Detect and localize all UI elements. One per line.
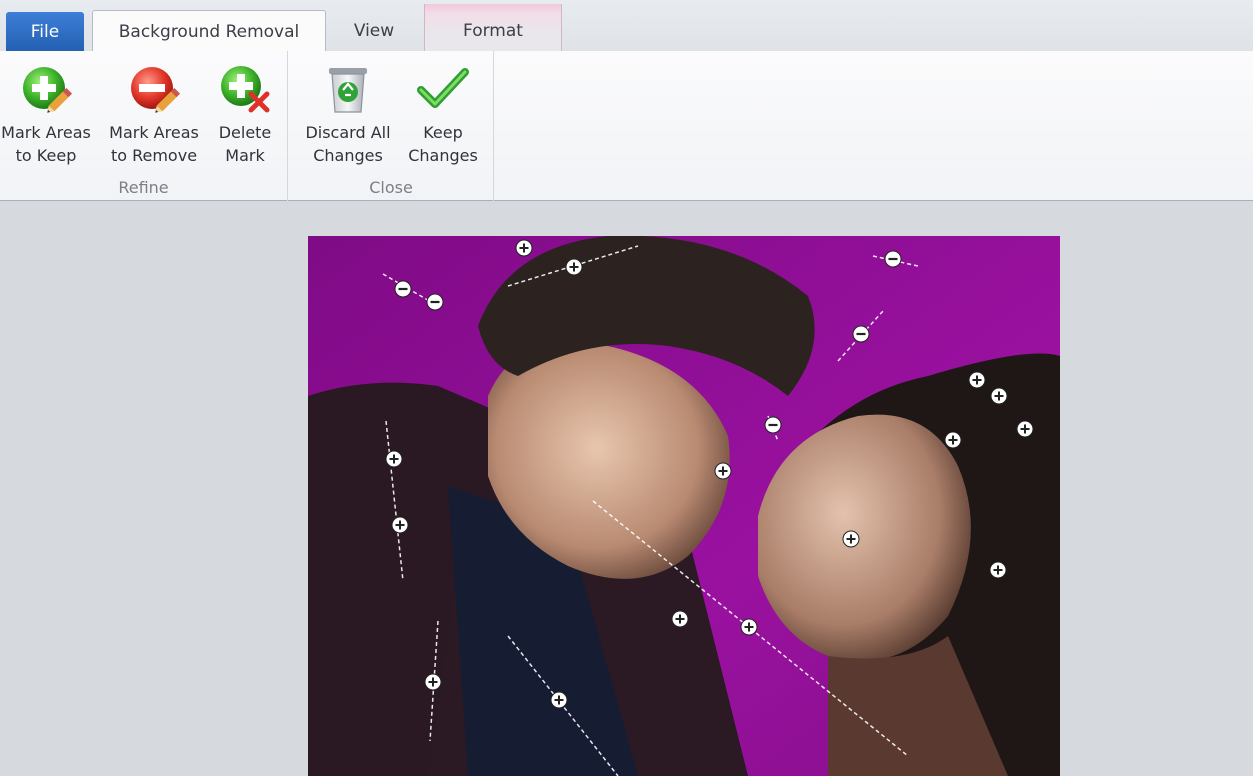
plus-delete-icon <box>217 55 273 121</box>
tab-file[interactable]: File <box>6 12 84 51</box>
refine-group: Mark Areas to Keep Mark Areas to Remove … <box>0 51 288 201</box>
recycle-bin-icon <box>320 55 376 121</box>
photo <box>308 236 1060 776</box>
delete-mark-label-2: Mark <box>225 146 265 165</box>
tab-format[interactable]: Format <box>424 4 562 52</box>
minus-pencil-icon <box>126 55 182 121</box>
image-canvas[interactable] <box>308 236 1060 776</box>
ribbon-tab-strip: File Background Removal View Format <box>0 0 1253 53</box>
tab-view[interactable]: View <box>326 10 422 52</box>
mark-remove-label-2: to Remove <box>110 146 198 165</box>
mark-keep-label-1: Mark Areas <box>1 123 91 142</box>
tab-background-removal[interactable]: Background Removal <box>92 10 326 53</box>
checkmark-icon <box>415 55 471 121</box>
mark-areas-to-remove-button[interactable]: Mark Areas to Remove <box>102 55 206 171</box>
mark-remove-label-1: Mark Areas <box>109 123 199 142</box>
mark-keep-label-2: to Keep <box>15 146 77 165</box>
close-group: Discard All Changes Keep Changes Close <box>289 51 494 201</box>
delete-mark-label-1: Delete <box>218 123 272 142</box>
ribbon: Mark Areas to Keep Mark Areas to Remove … <box>0 51 1253 201</box>
discard-label-1: Discard All <box>305 123 391 142</box>
keep-label-2: Changes <box>408 146 478 165</box>
discard-all-changes-button[interactable]: Discard All Changes <box>297 55 399 171</box>
refine-group-label: Refine <box>118 178 169 197</box>
discard-label-2: Changes <box>313 146 383 165</box>
close-group-label: Close <box>369 178 413 197</box>
keep-changes-button[interactable]: Keep Changes <box>401 55 485 171</box>
keep-label-1: Keep <box>423 123 463 142</box>
delete-mark-button[interactable]: Delete Mark <box>210 55 280 171</box>
plus-pencil-icon <box>18 55 74 121</box>
mark-areas-to-keep-button[interactable]: Mark Areas to Keep <box>0 55 98 171</box>
